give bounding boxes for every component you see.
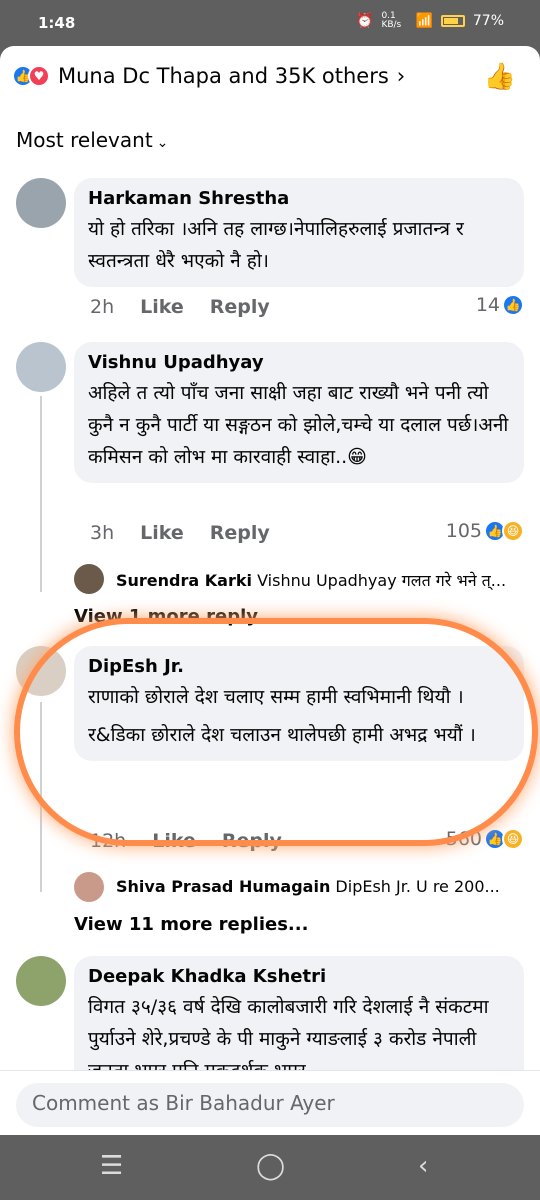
comment-bubble: DipEsh Jr. राणाको छोराले देश चलाए सम्म ह… [74, 646, 524, 761]
reply-button[interactable]: Reply [210, 296, 270, 318]
reactions-summary[interactable]: 👍 ♥ Muna Dc Thapa and 35K others › [12, 64, 405, 88]
comments-sheet: 👍 ♥ Muna Dc Thapa and 35K others › 👍 Mos… [0, 46, 540, 1135]
avatar[interactable] [16, 956, 66, 1006]
like-button[interactable]: Like [152, 830, 196, 852]
reaction-count-value: 14 [475, 294, 500, 316]
clock: 1:48 [38, 14, 76, 32]
comment-author[interactable]: DipEsh Jr. [88, 656, 510, 677]
reply-button[interactable]: Reply [222, 830, 282, 852]
reply-text: DipEsh Jr. U re 200... [335, 877, 500, 896]
reply-text: Vishnu Upadhyay गलत गरे भने त्... [257, 571, 507, 590]
avatar[interactable] [74, 872, 104, 902]
comment-input[interactable]: Comment as Bir Bahadur Ayer [16, 1083, 524, 1127]
comment-text: यो हो तरिका ।अनि तह लाग्छ।नेपालिहरुलाई प… [88, 218, 464, 272]
haha-reaction-icon: 😆 [502, 520, 524, 542]
wifi-icon: 📶 [415, 13, 433, 29]
like-button[interactable]: Like [140, 522, 184, 544]
avatar[interactable] [16, 178, 66, 228]
reaction-count[interactable]: 14 👍 [476, 294, 524, 316]
battery-percent: 77% [472, 13, 504, 29]
comment-bubble: Harkaman Shrestha यो हो तरिका ।अनि तह ला… [74, 178, 524, 287]
thread-line [40, 396, 42, 592]
like-post-icon[interactable]: 👍 [484, 62, 516, 92]
reaction-count[interactable]: 560 👍 😆 [446, 828, 524, 850]
view-more-replies[interactable]: View 11 more replies... [74, 914, 308, 935]
comment-text: राणाको छोराले देश चलाए सम्म हामी स्वभिमा… [88, 686, 464, 708]
view-more-replies[interactable]: View 1 more reply [74, 606, 258, 627]
reactions-text: Muna Dc Thapa and 35K others [58, 64, 389, 88]
comment-bubble: Vishnu Upadhyay अहिले त त्यो पाँच जना सा… [74, 342, 524, 483]
comment-actions: 3h Like Reply [90, 522, 270, 544]
avatar[interactable] [16, 646, 66, 696]
reaction-count[interactable]: 105 👍 😆 [446, 520, 524, 542]
comment-time: 12h [90, 830, 127, 852]
comment-time: 3h [90, 522, 115, 544]
home-icon[interactable]: ◯ [256, 1151, 285, 1181]
comment-composer: Comment as Bir Bahadur Ayer [0, 1070, 540, 1135]
comment-author[interactable]: Deepak Khadka Kshetri [88, 966, 510, 987]
status-icons: ⏰ 0.1 KB/s 📶 77% [356, 12, 504, 30]
comment-actions: 2h Like Reply [90, 296, 270, 318]
alarm-icon: ⏰ [356, 13, 374, 29]
comment-time: 2h [90, 296, 115, 318]
comment-bubble: Deepak Khadka Kshetri विगत ३५/३६ वर्ष दे… [74, 956, 524, 1086]
avatar[interactable] [16, 342, 66, 392]
haha-reaction-icon: 😆 [502, 828, 524, 850]
comment-text: र&डिका छोराले देश चलाउन थालेपछी हामी अभद… [88, 724, 476, 746]
chevron-right-icon: › [396, 64, 406, 88]
system-nav-bar: ☰ ◯ ‹ [0, 1135, 540, 1200]
comment-author[interactable]: Vishnu Upadhyay [88, 352, 510, 373]
network-speed: 0.1 KB/s [381, 11, 402, 30]
chevron-down-icon: ⌄ [156, 135, 169, 151]
love-reaction-icon: ♥ [28, 65, 50, 87]
reaction-count-value: 105 [445, 520, 482, 542]
sort-label: Most relevant [16, 128, 153, 152]
comment-author[interactable]: Harkaman Shrestha [88, 188, 510, 209]
reaction-count-value: 560 [445, 828, 482, 850]
like-reaction-icon: 👍 [502, 294, 524, 316]
thread-line [40, 702, 42, 892]
comment-text: अहिले त त्यो पाँच जना साक्षी जहा बाट राख… [88, 382, 509, 468]
reply-preview[interactable]: Shiva Prasad Humagain DipEsh Jr. U re 20… [116, 877, 500, 896]
like-button[interactable]: Like [140, 296, 184, 318]
reply-author: Shiva Prasad Humagain [116, 877, 331, 896]
reply-button[interactable]: Reply [210, 522, 270, 544]
menu-icon[interactable]: ☰ [100, 1151, 123, 1181]
back-icon[interactable]: ‹ [418, 1151, 428, 1181]
reply-author: Surendra Karki [116, 571, 252, 590]
avatar[interactable] [74, 564, 104, 594]
comment-actions: 12h Like Reply [90, 830, 282, 852]
battery-icon [440, 15, 465, 27]
status-bar: 1:48 ⏰ 0.1 KB/s 📶 77% [0, 0, 540, 46]
reply-preview[interactable]: Surendra Karki Vishnu Upadhyay गलत गरे भ… [116, 569, 506, 591]
sort-dropdown[interactable]: Most relevant ⌄ [16, 128, 168, 152]
